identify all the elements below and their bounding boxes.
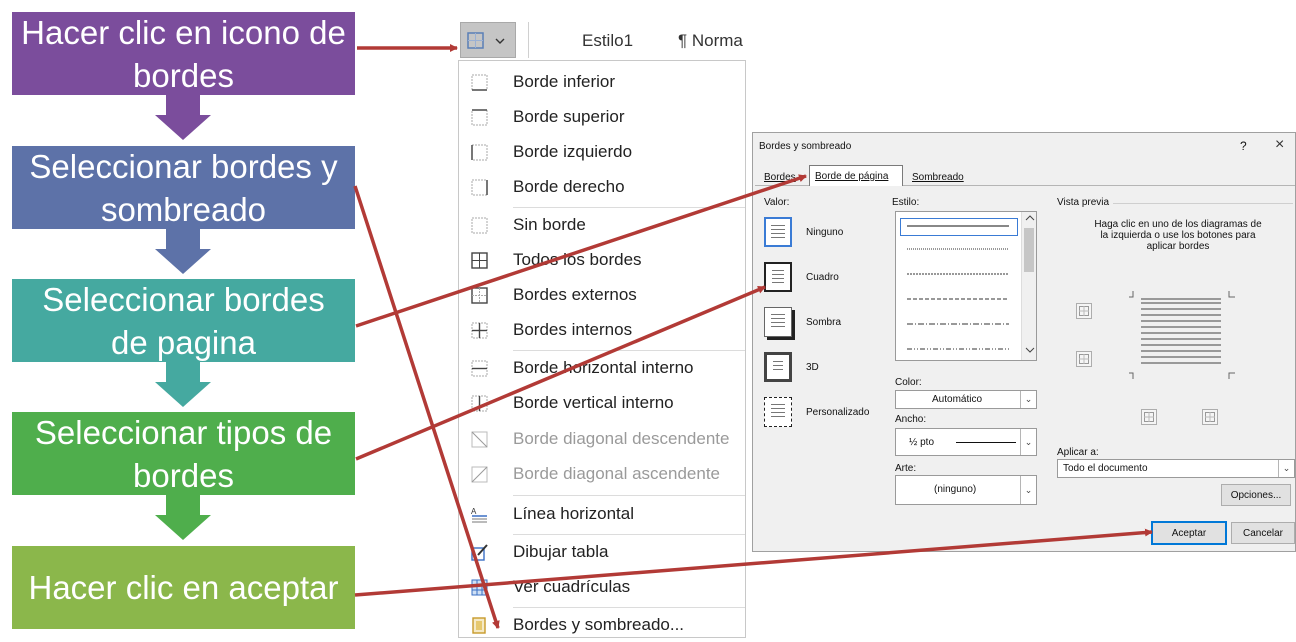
- connector-arrows: [353, 44, 1153, 629]
- arrow-to-borde-pagina-tab: [355, 174, 807, 328]
- arrow-to-aceptar: [354, 528, 1153, 597]
- arrow-to-cuadro-setting: [355, 285, 766, 461]
